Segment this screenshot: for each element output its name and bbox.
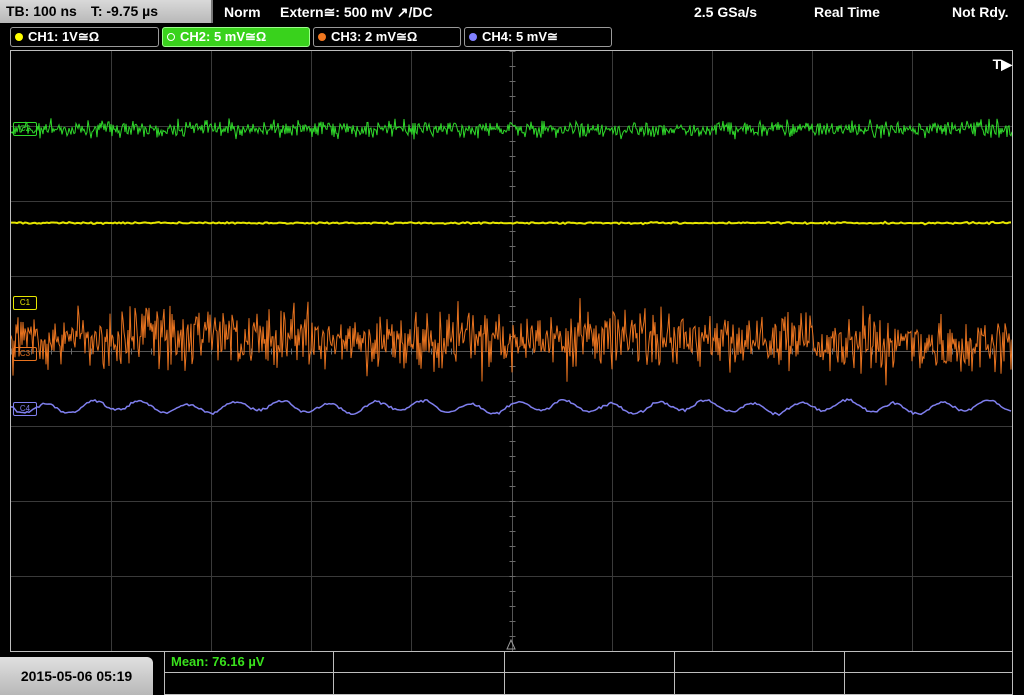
waveform-graticule: [11, 51, 1012, 651]
channel-4-button[interactable]: CH4: 5 mV≅: [464, 27, 612, 47]
sample-rate: 2.5 GSa/s: [694, 4, 758, 20]
channel-4-marker[interactable]: C4: [13, 402, 37, 416]
top-status-bar: TB: 100 ns T: -9.75 µs Norm Extern≅: 500 …: [0, 0, 1024, 24]
channel-1-waveform: [11, 220, 1012, 226]
channel-1-button[interactable]: CH1: 1V≅Ω: [10, 27, 159, 47]
trigger-source[interactable]: Extern≅: 500 mV ↗/DC: [280, 0, 433, 24]
measurement-cell[interactable]: [845, 673, 1013, 694]
trigger-status: Not Rdy.: [952, 4, 1009, 20]
channel-3-label: CH3: 2 mV≅Ω: [331, 29, 418, 44]
measurement-cell-mean[interactable]: Mean: 76.16 µV: [165, 652, 334, 673]
trigger-time-value: T: -9.75 µs: [90, 3, 159, 19]
measurement-cell[interactable]: [505, 673, 675, 694]
channel-3-dot-icon: [318, 33, 326, 41]
date-time: 2015-05-06 05:19: [0, 657, 153, 695]
acquisition-mode: Real Time: [814, 4, 880, 20]
channel-2-dot-icon: [167, 33, 175, 41]
measurement-cell[interactable]: [675, 652, 845, 673]
channel-2-marker[interactable]: C2: [13, 122, 37, 136]
trigger-position-marker-icon: [506, 638, 516, 650]
measurement-cell[interactable]: [334, 652, 505, 673]
channel-1-label: CH1: 1V≅Ω: [28, 29, 100, 44]
measurement-cell[interactable]: [505, 652, 675, 673]
channel-2-waveform: [11, 118, 1012, 140]
timebase-value: TB: 100 ns: [6, 3, 77, 19]
channel-1-dot-icon: [15, 33, 23, 41]
measurement-mean: Mean: 76.16 µV: [171, 654, 265, 669]
measurement-cell[interactable]: [165, 673, 334, 694]
channel-3-waveform: [11, 298, 1012, 386]
waveform-display[interactable]: C2 C1 C3 C4: [10, 50, 1013, 652]
channel-2-button[interactable]: CH2: 5 mV≅Ω: [162, 27, 310, 47]
trigger-mode[interactable]: Norm: [224, 0, 261, 24]
timebase-panel[interactable]: TB: 100 ns T: -9.75 µs: [0, 0, 213, 23]
channel-bar: CH1: 1V≅Ω CH2: 5 mV≅Ω CH3: 2 mV≅Ω CH4: 5…: [0, 25, 1024, 49]
measurement-panel: Mean: 76.16 µV: [164, 652, 1013, 695]
measurement-cell[interactable]: [845, 652, 1013, 673]
measurement-cell[interactable]: [675, 673, 845, 694]
channel-3-marker[interactable]: C3: [13, 347, 37, 361]
channel-4-dot-icon: [469, 33, 477, 41]
measurement-cell[interactable]: [334, 673, 505, 694]
channel-3-button[interactable]: CH3: 2 mV≅Ω: [313, 27, 461, 47]
trigger-level-marker[interactable]: T▶: [993, 56, 1012, 73]
channel-4-label: CH4: 5 mV≅: [482, 29, 558, 44]
channel-4-waveform: [11, 398, 1012, 417]
channel-1-marker[interactable]: C1: [13, 296, 37, 310]
channel-2-label: CH2: 5 mV≅Ω: [180, 29, 267, 44]
